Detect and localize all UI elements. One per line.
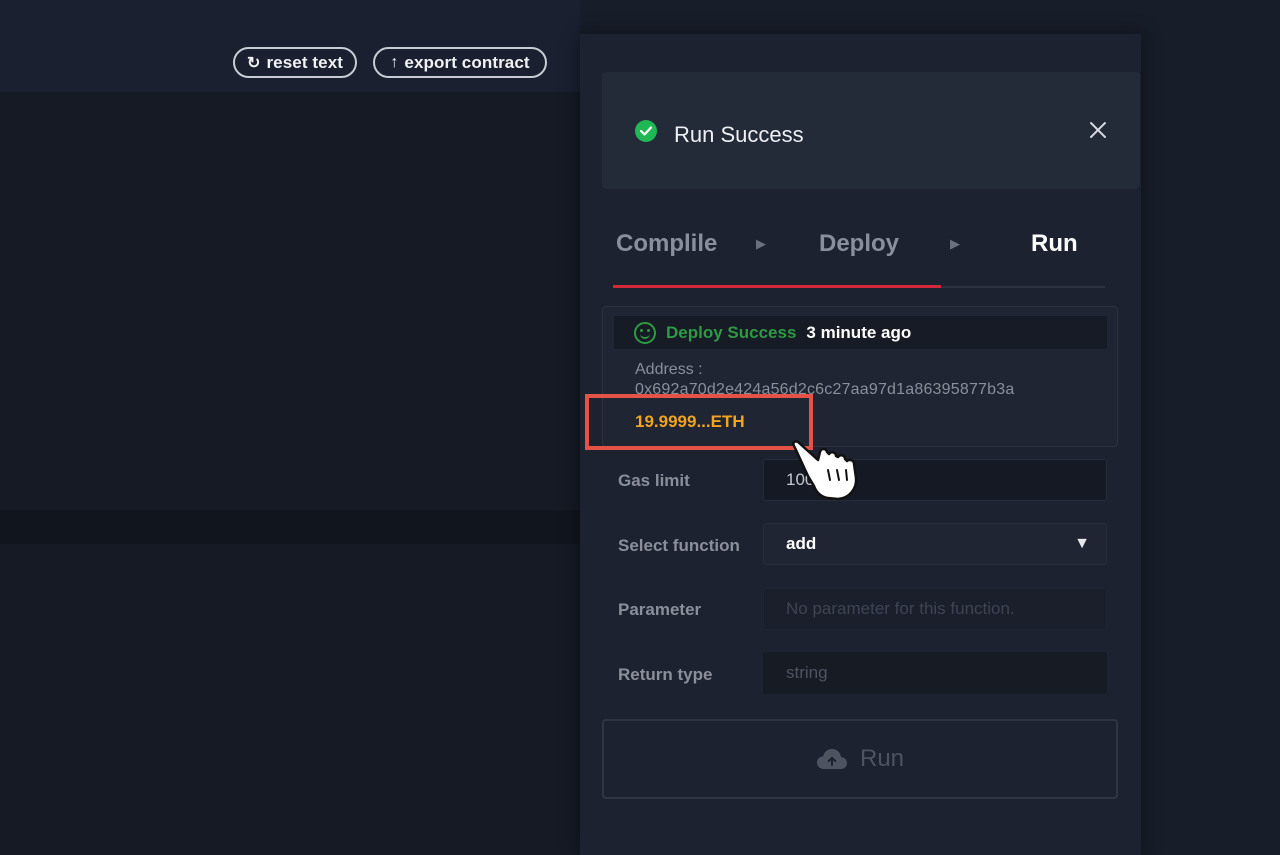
step-deploy[interactable]: Deploy [819,230,899,258]
eth-balance[interactable]: 19.9999...ETH [635,412,745,432]
deploy-status-text: Deploy Success [666,322,797,342]
editor-toolbar [0,0,580,92]
toast-title: Run Success [674,122,804,147]
step-arrow-icon: ▶ [756,236,766,251]
address-label: Address : [635,361,703,378]
check-circle-icon [635,120,657,142]
function-select-value: add [786,534,817,553]
gas-limit-input[interactable]: 100 [763,459,1107,501]
run-button[interactable]: Run [602,719,1118,799]
gas-limit-label: Gas limit [618,471,690,490]
reset-text-button[interactable]: ↻ reset text [233,47,357,78]
contract-address[interactable]: 0x692a70d2e424a56d2c6c27aa97d1a86395877b… [635,381,1014,399]
return-type-label: Return type [618,665,713,684]
close-icon[interactable] [1086,118,1110,142]
function-select[interactable]: add ▼ [763,523,1107,565]
step-arrow-icon: ▶ [950,236,960,251]
stepper-progress [613,285,941,288]
parameter-input[interactable]: No parameter for this function. [763,588,1107,630]
editor-divider-band [0,510,580,544]
reset-text-label: reset text [266,52,344,72]
cloud-upload-icon [816,748,848,770]
return-type-field: string [763,652,1107,694]
step-run[interactable]: Run [1031,230,1078,258]
export-contract-button[interactable]: ↑ export contract [373,47,547,78]
code-editor[interactable] [0,0,580,855]
deploy-time: 3 minute ago [806,322,912,342]
parameter-label: Parameter [618,600,702,619]
run-button-label: Run [859,745,905,772]
export-contract-label: export contract [404,52,530,72]
deploy-status-bar: Deploy Success 3 minute ago [614,316,1107,349]
dropdown-arrow-icon: ▼ [1074,535,1090,552]
upload-arrow-icon: ↑ [390,53,399,71]
select-function-label: Select function [618,536,740,555]
refresh-icon: ↻ [246,54,261,72]
success-toast: Run Success [602,72,1140,189]
step-compile[interactable]: Complile [616,230,717,258]
smile-icon [634,321,656,344]
